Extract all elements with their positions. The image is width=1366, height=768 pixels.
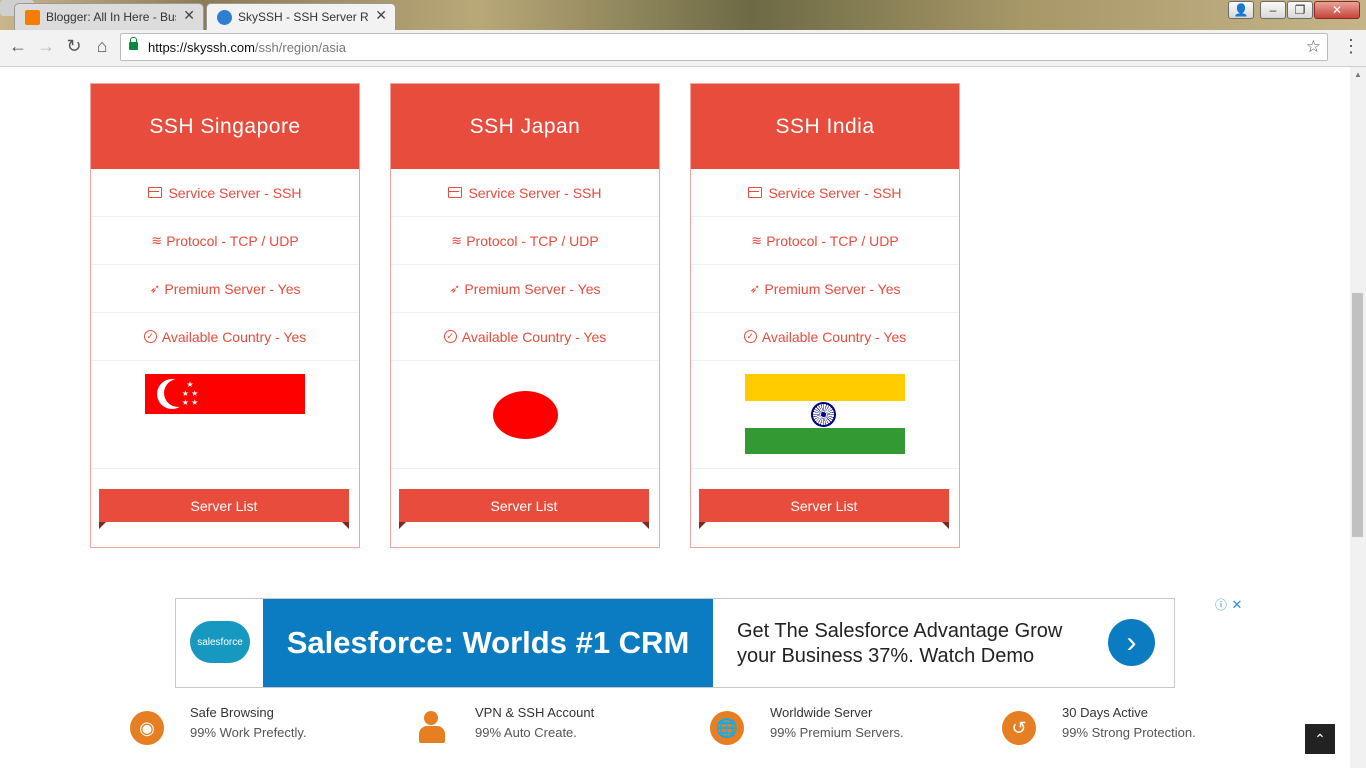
salesforce-ad-banner[interactable]: salesforce Salesforce: Worlds #1 CRM Get…	[175, 598, 1175, 688]
envelope-icon	[448, 187, 463, 198]
back-arrow-icon[interactable]: ←	[7, 36, 29, 57]
singapore-flag: ★ ★ ★ ★ ★	[145, 374, 305, 414]
feature-protocol: ≋ Protocol - TCP / UDP	[91, 217, 359, 265]
close-icon[interactable]: ✕	[183, 7, 195, 24]
skyssh-icon	[217, 10, 232, 25]
browser-toolbar: ← → ↻ ⌂ https://skyssh.com/ssh/region/as…	[0, 30, 1366, 67]
maximize-button[interactable]: ❐	[1287, 1, 1313, 19]
browser-titlebar: Blogger: All In Here - Bus ✕ SkySSH - SS…	[0, 0, 1366, 31]
user-icon[interactable]: 👤	[1228, 1, 1254, 19]
home-icon[interactable]: ⌂	[91, 36, 113, 57]
check-circle-icon: ✓	[743, 330, 757, 343]
feature-premium: ➶ Premium Server - Yes	[691, 265, 959, 313]
server-card-japan: SSH Japan Service Server - SSH ≋ Protocol…	[390, 83, 660, 548]
page-viewport: SSH Singapore Service Server - SSH ≋ Prot…	[0, 67, 1350, 768]
tab-title: Blogger: All In Here - Bus	[46, 10, 176, 24]
envelope-icon	[748, 187, 763, 198]
rocket-icon: ➶	[749, 280, 761, 296]
feature-protocol: ≋ Protocol - TCP / UDP	[391, 217, 659, 265]
salesforce-logo: salesforce	[190, 621, 250, 663]
flag-container: ★ ★ ★ ★ ★	[91, 361, 359, 469]
feature-service: Service Server - SSH	[91, 169, 359, 217]
card-title: SSH India	[691, 84, 959, 169]
rocket-icon: ➶	[149, 280, 161, 296]
globe-icon: 🌐	[710, 711, 744, 745]
back-to-top-button[interactable]: ⌃	[1305, 724, 1335, 754]
card-title: SSH Japan	[391, 84, 659, 169]
server-card-singapore: SSH Singapore Service Server - SSH ≋ Prot…	[90, 83, 360, 548]
scrollbar[interactable]: ▲	[1350, 67, 1366, 768]
feature-country: ✓ Available Country - Yes	[391, 313, 659, 361]
ad-headline: Salesforce: Worlds #1 CRM	[286, 625, 690, 660]
chrome-icon: ◉	[130, 711, 164, 745]
ad-close-icon[interactable]: ✕	[1230, 598, 1244, 612]
minimize-button[interactable]: –	[1260, 1, 1286, 19]
envelope-icon	[148, 187, 163, 198]
feature-premium: ➶ Premium Server - Yes	[91, 265, 359, 313]
flag-container	[391, 361, 659, 469]
check-circle-icon: ✓	[143, 330, 157, 343]
ad-info-icon[interactable]: ⓘ	[1214, 598, 1228, 612]
menu-icon[interactable]: ⋮	[1342, 36, 1360, 57]
tab-blogger[interactable]: Blogger: All In Here - Bus ✕	[14, 3, 204, 30]
layers-icon: ≋	[151, 232, 163, 248]
check-circle-icon: ✓	[443, 330, 457, 343]
feature-country: ✓ Available Country - Yes	[91, 313, 359, 361]
layers-icon: ≋	[751, 232, 763, 248]
flag-container	[691, 361, 959, 469]
feature-protocol: ≋ Protocol - TCP / UDP	[691, 217, 959, 265]
forward-arrow-icon[interactable]: →	[35, 36, 57, 57]
feature-service: Service Server - SSH	[391, 169, 659, 217]
feature-premium: ➶ Premium Server - Yes	[391, 265, 659, 313]
scroll-thumb[interactable]	[1352, 293, 1363, 537]
rocket-icon: ➶	[449, 280, 461, 296]
url-text: https://skyssh.com/ssh/region/asia	[148, 40, 346, 55]
feature-service: Service Server - SSH	[691, 169, 959, 217]
history-icon: ↺	[1002, 711, 1036, 745]
ad-body-text: Get The Salesforce Advantage Grow your B…	[737, 620, 1063, 667]
address-bar[interactable]: https://skyssh.com/ssh/region/asia ☆	[120, 33, 1328, 61]
japan-flag	[493, 391, 558, 439]
bookmark-star-icon[interactable]: ☆	[1306, 37, 1321, 57]
server-list-button[interactable]: Server List	[99, 489, 349, 522]
chevron-right-icon[interactable]: ›	[1108, 619, 1155, 666]
reload-icon[interactable]: ↻	[63, 36, 85, 57]
user-icon	[415, 711, 449, 745]
tab-skyssh[interactable]: SkySSH - SSH Server Reg ✕	[206, 3, 396, 31]
close-icon[interactable]: ✕	[375, 7, 387, 24]
india-flag	[745, 374, 905, 454]
feature-country: ✓ Available Country - Yes	[691, 313, 959, 361]
server-list-button[interactable]: Server List	[399, 489, 649, 522]
blogger-icon	[25, 10, 40, 25]
window-close-button[interactable]: ✕	[1314, 1, 1360, 19]
server-list-button[interactable]: Server List	[699, 489, 949, 522]
tab-title: SkySSH - SSH Server Reg	[238, 10, 368, 24]
ashoka-chakra-icon	[811, 402, 836, 427]
card-title: SSH Singapore	[91, 84, 359, 169]
layers-icon: ≋	[451, 232, 463, 248]
lock-icon	[129, 37, 138, 50]
server-card-india: SSH India Service Server - SSH ≋ Protocol…	[690, 83, 960, 548]
scroll-up-arrow-icon[interactable]: ▲	[1354, 70, 1362, 79]
